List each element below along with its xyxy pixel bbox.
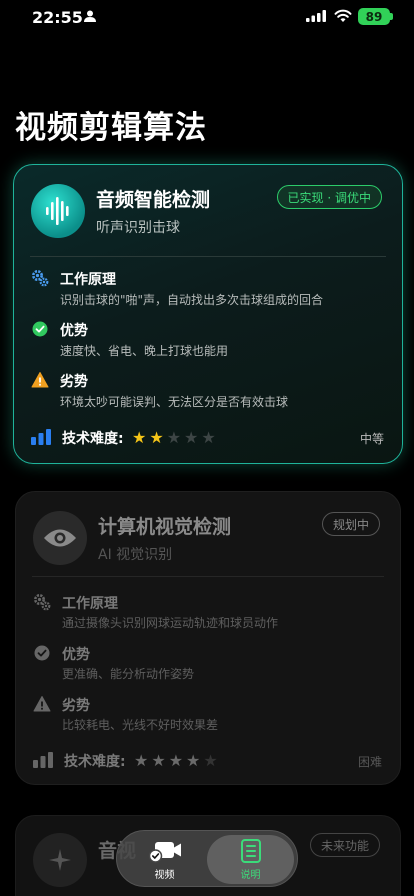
section-text-pros: 速度快、省电、晚上打球也能用 — [60, 344, 229, 358]
star-filled-icon: ★ — [134, 751, 149, 770]
wifi-icon — [334, 9, 352, 22]
section-text-principle: 通过摄像头识别网球运动轨迹和球员动作 — [62, 616, 279, 630]
card-divider — [30, 256, 386, 257]
page-title: 视频剪辑算法 — [15, 110, 207, 146]
tab-description[interactable]: 说明 — [207, 835, 294, 884]
tab-label: 视频 — [154, 869, 175, 881]
section-title-pros: 优势 — [62, 647, 90, 663]
document-icon — [240, 838, 261, 863]
bottom-tab-bar: 视频 说明 — [116, 830, 298, 887]
battery-indicator: 89 — [358, 8, 390, 25]
person-icon — [84, 10, 96, 22]
video-camera-check-icon — [148, 841, 181, 863]
gears-icon — [32, 270, 49, 287]
gears-icon — [34, 594, 51, 611]
section-text-cons: 比较耗电、光线不好时效果差 — [62, 718, 219, 732]
card-subtitle: 听声识别击球 — [96, 220, 180, 236]
eye-icon — [33, 511, 87, 565]
tab-label: 说明 — [240, 869, 261, 881]
star-filled-icon: ★ — [132, 428, 147, 447]
difficulty-level: 中等 — [359, 432, 384, 446]
difficulty-stars: ★ ★ ★ ★ ★ — [134, 751, 218, 770]
section-title-pros: 优势 — [60, 323, 88, 339]
warning-icon — [31, 372, 49, 388]
status-badge: 已实现 · 调优中 — [276, 185, 382, 209]
status-badge: 未来功能 — [309, 833, 380, 857]
section-text-principle: 识别击球的"啪"声，自动找出多次击球组成的回合 — [60, 293, 324, 307]
star-empty-icon: ★ — [166, 428, 182, 447]
battery-cap — [390, 13, 393, 20]
tab-video[interactable]: 视频 — [121, 835, 208, 884]
bar-chart-icon — [33, 752, 53, 768]
star-filled-icon: ★ — [168, 751, 184, 770]
section-title-principle: 工作原理 — [60, 272, 116, 288]
bar-chart-icon — [31, 429, 51, 445]
audio-waveform-icon — [31, 184, 85, 238]
card-title: 计算机视觉检测 — [98, 516, 232, 538]
star-filled-icon: ★ — [186, 751, 201, 770]
cellular-signal-icon — [306, 10, 326, 22]
status-bar: 22:55 89 — [0, 0, 414, 36]
section-title-cons: 劣势 — [60, 374, 88, 390]
algorithm-card-audio[interactable]: 音频智能检测 听声识别击球 已实现 · 调优中 工作原理 识别击球的"啪"声，自… — [13, 164, 403, 464]
card-title: 音频智能检测 — [96, 189, 211, 211]
difficulty-stars: ★ ★ ★ ★ ★ — [132, 428, 216, 447]
card-divider — [32, 576, 384, 577]
difficulty-label: 技术难度: — [62, 431, 124, 447]
status-badge: 规划中 — [321, 512, 380, 536]
star-filled-icon: ★ — [151, 751, 166, 770]
star-empty-icon: ★ — [184, 428, 199, 447]
sparkle-icon — [33, 833, 87, 887]
star-filled-icon: ★ — [149, 428, 164, 447]
difficulty-label: 技术难度: — [64, 754, 126, 770]
star-empty-icon: ★ — [203, 751, 218, 770]
algorithm-card-vision[interactable]: 计算机视觉检测 AI 视觉识别 规划中 工作原理 通过摄像头识别网球运动轨迹和球… — [15, 491, 401, 785]
checkmark-circle-icon — [34, 645, 50, 661]
section-title-principle: 工作原理 — [62, 596, 118, 612]
section-text-cons: 环境太吵可能误判、无法区分是否有效击球 — [60, 395, 289, 409]
checkmark-circle-icon — [32, 321, 48, 337]
difficulty-level: 困难 — [357, 755, 382, 769]
warning-icon — [33, 696, 51, 712]
section-text-pros: 更准确、能分析动作姿势 — [62, 667, 195, 681]
battery-level: 89 — [365, 9, 383, 24]
status-time: 22:55 — [32, 8, 83, 27]
section-title-cons: 劣势 — [62, 698, 90, 714]
star-empty-icon: ★ — [201, 428, 216, 447]
card-subtitle: AI 视觉识别 — [98, 547, 173, 563]
